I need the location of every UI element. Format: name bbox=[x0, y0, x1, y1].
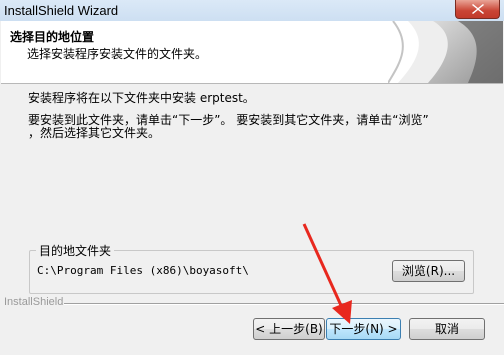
browse-button[interactable]: 浏览(R)... bbox=[392, 260, 465, 282]
header-subtitle: 选择安装程序安装文件的文件夹。 bbox=[27, 47, 208, 61]
instruction-text-continued: ，然后选择其它文件夹。 bbox=[28, 126, 161, 140]
install-info-text: 安装程序将在以下文件夹中安装 erptest。 bbox=[28, 91, 255, 105]
destination-path: C:\Program Files (x86)\boyasoft\ bbox=[37, 264, 249, 277]
cancel-button[interactable]: 取消 bbox=[409, 318, 485, 340]
close-icon bbox=[472, 4, 484, 14]
destination-folder-label: 目的地文件夹 bbox=[36, 242, 115, 259]
installshield-brand: InstallShield bbox=[4, 296, 64, 308]
title-bar[interactable]: InstallShield Wizard bbox=[0, 0, 504, 21]
wizard-header: 选择目的地位置 选择安装程序安装文件的文件夹。 bbox=[1, 21, 503, 84]
header-artwork bbox=[388, 21, 503, 83]
window-title: InstallShield Wizard bbox=[4, 3, 119, 18]
close-button[interactable] bbox=[455, 0, 500, 19]
footer-divider bbox=[64, 303, 504, 305]
header-title: 选择目的地位置 bbox=[10, 30, 95, 44]
installshield-wizard-window: InstallShield Wizard 选择目的地位置 选择安装程序安装文件的… bbox=[0, 0, 504, 355]
annotation-arrow bbox=[302, 223, 352, 324]
